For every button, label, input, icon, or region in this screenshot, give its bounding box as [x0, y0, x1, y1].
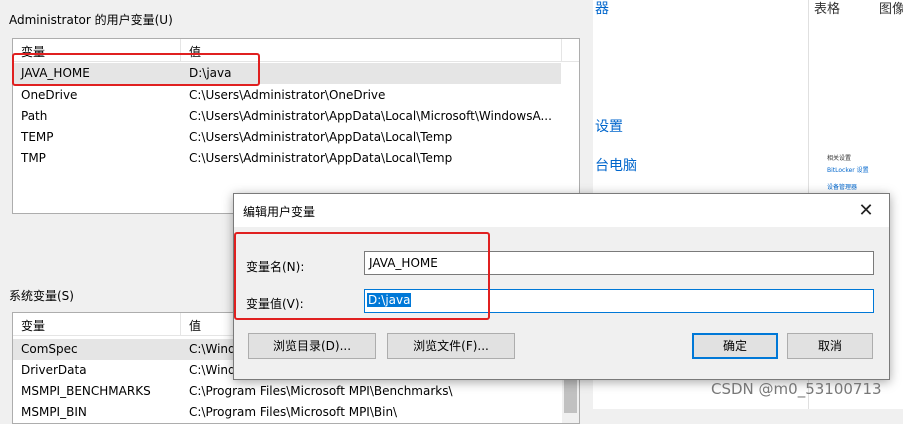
bitlocker-link[interactable]: BitLocker 设置	[827, 165, 869, 174]
close-icon[interactable]: ✕	[843, 194, 889, 227]
table-row[interactable]: TMP C:\Users\Administrator\AppData\Local…	[13, 148, 561, 169]
device-manager-link[interactable]: 设备管理器	[827, 182, 857, 191]
tab-image[interactable]: 图像	[879, 0, 903, 17]
var-value: C:\Program Files\Microsoft MPI\Benchmark…	[189, 384, 453, 398]
ok-button[interactable]: 确定	[692, 333, 778, 359]
table-row[interactable]: MSMPI_BIN C:\Program Files\Microsoft MPI…	[13, 402, 561, 423]
var-name: TMP	[21, 151, 46, 165]
table-row[interactable]: Path C:\Users\Administrator\AppData\Loca…	[13, 106, 561, 127]
var-value: C:\Users\Administrator\AppData\Local\Tem…	[189, 151, 453, 165]
dialog-title: 编辑用户变量	[243, 205, 316, 219]
table-row[interactable]: OneDrive C:\Users\Administrator\OneDrive	[13, 85, 561, 106]
watermark: CSDN @m0_53100713	[711, 380, 882, 398]
column-header-value[interactable]: 值	[189, 317, 201, 334]
table-row[interactable]: MSMPI_BENCHMARKS C:\Program Files\Micros…	[13, 381, 561, 402]
edit-user-variable-dialog: 编辑用户变量 ✕ 变量名(N): JAVA_HOME 变量值(V): D:\ja…	[233, 193, 890, 380]
var-name: MSMPI_BENCHMARKS	[21, 384, 151, 398]
user-vars-group-label: Administrator 的用户变量(U)	[9, 13, 173, 27]
column-separator[interactable]	[180, 313, 181, 335]
var-name: ComSpec	[21, 342, 78, 356]
var-name: DriverData	[21, 363, 87, 377]
var-value: C:\Program Files\Microsoft MPI\Bin\	[189, 405, 398, 419]
var-value: C:\Users\Administrator\AppData\Local\Mic…	[189, 109, 552, 123]
system-vars-group-label: 系统变量(S)	[9, 289, 74, 303]
settings-link[interactable]: 台电脑	[595, 155, 637, 175]
tab-table[interactable]: 表格	[814, 0, 840, 17]
var-name: MSMPI_BIN	[21, 405, 87, 419]
var-value: C:\Users\Administrator\AppData\Local\Tem…	[189, 130, 453, 144]
var-value: C:\Users\Administrator\OneDrive	[189, 88, 386, 102]
settings-link[interactable]: 设置	[595, 116, 623, 136]
var-name: Path	[21, 109, 48, 123]
var-name: OneDrive	[21, 88, 78, 102]
dialog-title-bar[interactable]: 编辑用户变量 ✕	[234, 194, 889, 227]
browse-directory-button[interactable]: 浏览目录(D)...	[248, 333, 376, 359]
var-value: C:\Wind	[189, 342, 236, 356]
var-name: TEMP	[21, 130, 54, 144]
column-separator	[561, 39, 562, 61]
related-settings-heading: 相关设置	[827, 155, 852, 162]
highlight-annotation	[12, 53, 260, 86]
highlight-annotation	[234, 232, 490, 320]
settings-link[interactable]: 器	[595, 0, 609, 18]
cancel-button[interactable]: 取消	[787, 333, 873, 359]
table-row[interactable]: TEMP C:\Users\Administrator\AppData\Loca…	[13, 127, 561, 148]
browse-file-button[interactable]: 浏览文件(F)...	[387, 333, 515, 359]
var-value: C:\Wind	[189, 363, 236, 377]
column-header-name[interactable]: 变量	[21, 317, 45, 334]
